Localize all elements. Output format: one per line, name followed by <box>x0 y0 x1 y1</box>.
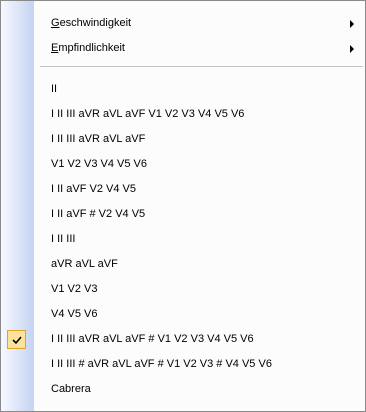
menu-item-lead-layout[interactable]: II <box>1 78 365 103</box>
checkmark-icon <box>7 330 26 349</box>
menu-item-label: I II III aVR aVL aVF # V1 V2 V3 V4 V5 V6 <box>51 333 254 345</box>
menu-item-label: aVR aVL aVF <box>51 258 118 270</box>
menu-item-label: Geschwindigkeit <box>51 17 132 29</box>
menu-item-lead-layout[interactable]: V1 V2 V3 <box>1 278 365 303</box>
menu-item-lead-layout[interactable]: Cabrera <box>1 378 365 403</box>
menu-item-lead-layout[interactable]: I II III aVR aVL aVF <box>1 128 365 153</box>
menu-item-label: Empfindlichkeit <box>51 42 125 54</box>
menu-item-label: I II III # aVR aVL aVF # V1 V2 V3 # V4 V… <box>51 358 272 370</box>
menu-item-lead-layout[interactable]: I II III aVR aVL aVF V1 V2 V3 V4 V5 V6 <box>1 103 365 128</box>
menu-item-label: I II III aVR aVL aVF V1 V2 V3 V4 V5 V6 <box>51 108 245 120</box>
menu-item-lead-layout[interactable]: I II aVF V2 V4 V5 <box>1 178 365 203</box>
menu-item-lead-layout[interactable]: I II III <box>1 228 365 253</box>
menu-item-label: I II aVF V2 V4 V5 <box>51 183 136 195</box>
menu-item-label: Cabrera <box>51 383 91 395</box>
menu-item-label: V4 V5 V6 <box>51 308 98 320</box>
menu-item-empfindlichkeit[interactable]: Empfindlichkeit <box>1 37 365 62</box>
menu-item-lead-layout[interactable]: I II aVF # V2 V4 V5 <box>1 203 365 228</box>
menu-item-label: I II III <box>51 233 76 245</box>
menu-separator <box>40 66 363 67</box>
menu-item-geschwindigkeit[interactable]: Geschwindigkeit <box>1 12 365 37</box>
menu-item-label: V1 V2 V3 V4 V5 V6 <box>51 158 148 170</box>
menu-item-label: V1 V2 V3 <box>51 283 98 295</box>
menu-item-lead-layout[interactable]: I II III # aVR aVL aVF # V1 V2 V3 # V4 V… <box>1 353 365 378</box>
menu-item-label: I II III aVR aVL aVF <box>51 133 146 145</box>
menu-item-label: I II aVF # V2 V4 V5 <box>51 208 146 220</box>
menu-item-lead-layout[interactable]: V1 V2 V3 V4 V5 V6 <box>1 153 365 178</box>
context-menu: Geschwindigkeit Empfindlichkeit II I II … <box>0 0 366 412</box>
menu-item-lead-layout-checked[interactable]: I II III aVR aVL aVF # V1 V2 V3 V4 V5 V6 <box>1 328 365 353</box>
menu-item-lead-layout[interactable]: aVR aVL aVF <box>1 253 365 278</box>
submenu-arrow-icon <box>350 20 354 28</box>
menu-item-label: II <box>51 83 58 95</box>
menu-item-lead-layout[interactable]: V4 V5 V6 <box>1 303 365 328</box>
submenu-arrow-icon <box>350 45 354 53</box>
